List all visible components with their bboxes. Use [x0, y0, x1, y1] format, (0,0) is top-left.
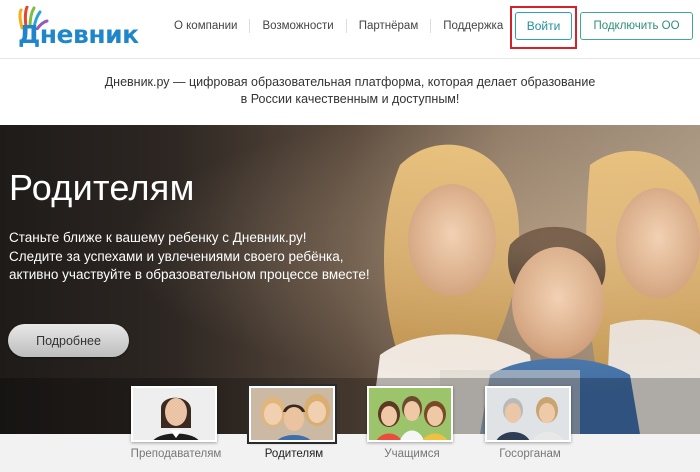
more-button[interactable]: Подробнее	[8, 324, 129, 357]
login-button[interactable]: Войти	[515, 12, 572, 40]
hero-text-line-1: Станьте ближе к вашему ребенку с Дневник…	[9, 230, 307, 245]
hero-title: Родителям	[9, 167, 195, 208]
hero-text-line-3: активно участвуйте в образовательном про…	[9, 267, 370, 282]
hero-text-line-2: Следите за успехами и увлечениями своего…	[9, 248, 344, 264]
teachers-thumbnail	[131, 386, 217, 442]
hero-description: Станьте ближе к вашему ребенку с Дневник…	[9, 229, 389, 285]
tab-teachers[interactable]: Преподавателям	[131, 386, 221, 460]
tab-students[interactable]: Учащимся	[367, 386, 457, 460]
tab-parents[interactable]: Родителям	[247, 384, 339, 460]
tab-label: Родителям	[264, 448, 324, 460]
connect-school-button[interactable]: Подключить ОО	[580, 12, 693, 40]
government-thumbnail	[485, 386, 571, 442]
nav-partners[interactable]: Партнёрам	[347, 19, 432, 33]
parents-thumbnail	[247, 384, 337, 444]
logo-text: Дневник	[18, 20, 139, 49]
tab-government[interactable]: Госорганам	[485, 386, 575, 460]
nav-about[interactable]: О компании	[162, 19, 251, 33]
tagline-line-2: в России качественным и доступным!	[240, 92, 460, 106]
site-header: Дневник О компании Возможности Партнёрам…	[0, 0, 700, 58]
tagline-line-1: Дневник.ру — цифровая образовательная пл…	[104, 75, 596, 89]
tagline: Дневник.ру — цифровая образовательная пл…	[0, 74, 700, 108]
tab-label: Преподавателям	[130, 448, 222, 460]
main-nav: О компании Возможности Партнёрам Поддерж…	[162, 0, 515, 52]
students-thumbnail	[367, 386, 453, 442]
nav-support[interactable]: Поддержка	[431, 19, 515, 33]
logo[interactable]: Дневник	[8, 6, 139, 50]
audience-tabs: Преподавателям Родителям Учащимся Госорг…	[0, 384, 700, 472]
header-divider	[0, 58, 700, 59]
tab-label: Учащимся	[384, 448, 440, 460]
nav-features[interactable]: Возможности	[250, 19, 347, 33]
tab-label: Госорганам	[499, 448, 561, 460]
